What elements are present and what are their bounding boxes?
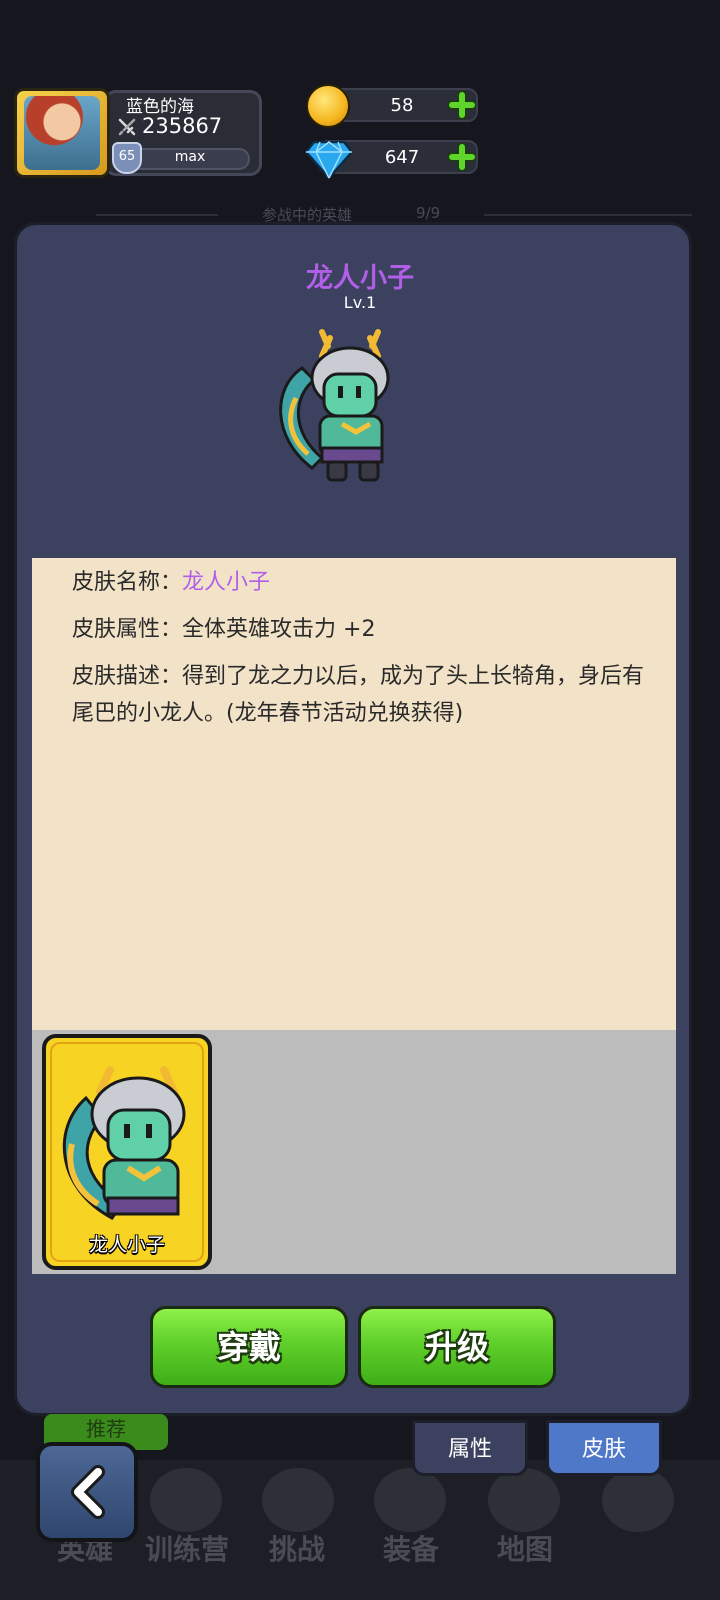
diamond-value: 647	[384, 147, 420, 168]
back-button[interactable]	[36, 1442, 138, 1542]
hero-sprite	[279, 329, 390, 482]
combat-power-value: 235867	[142, 114, 223, 138]
nav-equipment[interactable]: 装备	[356, 1528, 466, 1568]
nav-challenge[interactable]: 挑战	[242, 1528, 352, 1568]
back-arrow-icon	[71, 1465, 105, 1519]
nav-training-camp[interactable]: 训练营	[128, 1528, 246, 1568]
training-camp-icon[interactable]	[150, 1468, 222, 1532]
tab-skins[interactable]: 皮肤	[546, 1420, 662, 1476]
hero-name-title: 龙人小子	[306, 263, 414, 294]
challenge-icon[interactable]	[262, 1468, 334, 1532]
tab-attributes[interactable]: 属性	[412, 1420, 528, 1476]
skin-card-label: 龙人小子	[88, 1234, 165, 1256]
divider	[96, 214, 218, 216]
skin-name-key: 皮肤名称：	[72, 570, 183, 595]
divider	[484, 214, 692, 216]
lock-icon	[602, 1468, 674, 1532]
background-heroes-count: 9/9	[416, 204, 441, 222]
equipment-icon[interactable]	[374, 1468, 446, 1532]
avatar[interactable]	[24, 96, 100, 170]
skin-attribute-value: 全体英雄攻击力 +2	[182, 617, 376, 642]
diamond-icon	[304, 140, 354, 180]
upgrade-button[interactable]: 升级	[358, 1306, 556, 1388]
map-icon[interactable]	[488, 1468, 560, 1532]
skin-description-row: 皮肤描述：得到了龙之力以后，成为了头上长犄角，身后有尾巴的小龙人。(龙年春节活动…	[72, 658, 652, 732]
skin-attribute-key: 皮肤属性：	[72, 617, 183, 642]
add-diamond-button[interactable]	[448, 143, 476, 171]
level-status-label: max	[174, 149, 206, 165]
skin-name-value: 龙人小子	[182, 570, 271, 595]
combat-power-icon	[118, 118, 136, 136]
gold-value: 58	[390, 95, 414, 116]
gold-coin-icon	[306, 84, 350, 128]
level-shield-icon: 65	[112, 142, 142, 174]
add-gold-button[interactable]	[448, 91, 476, 119]
nav-map[interactable]: 地图	[470, 1528, 580, 1568]
skin-card-portrait	[62, 1066, 186, 1220]
skin-description-key: 皮肤描述：	[72, 664, 183, 689]
skin-name-row: 皮肤名称：龙人小子	[72, 564, 652, 601]
wear-button[interactable]: 穿戴	[150, 1306, 348, 1388]
hero-level: Lv.1	[343, 293, 377, 312]
skin-attribute-row: 皮肤属性：全体英雄攻击力 +2	[72, 611, 652, 648]
